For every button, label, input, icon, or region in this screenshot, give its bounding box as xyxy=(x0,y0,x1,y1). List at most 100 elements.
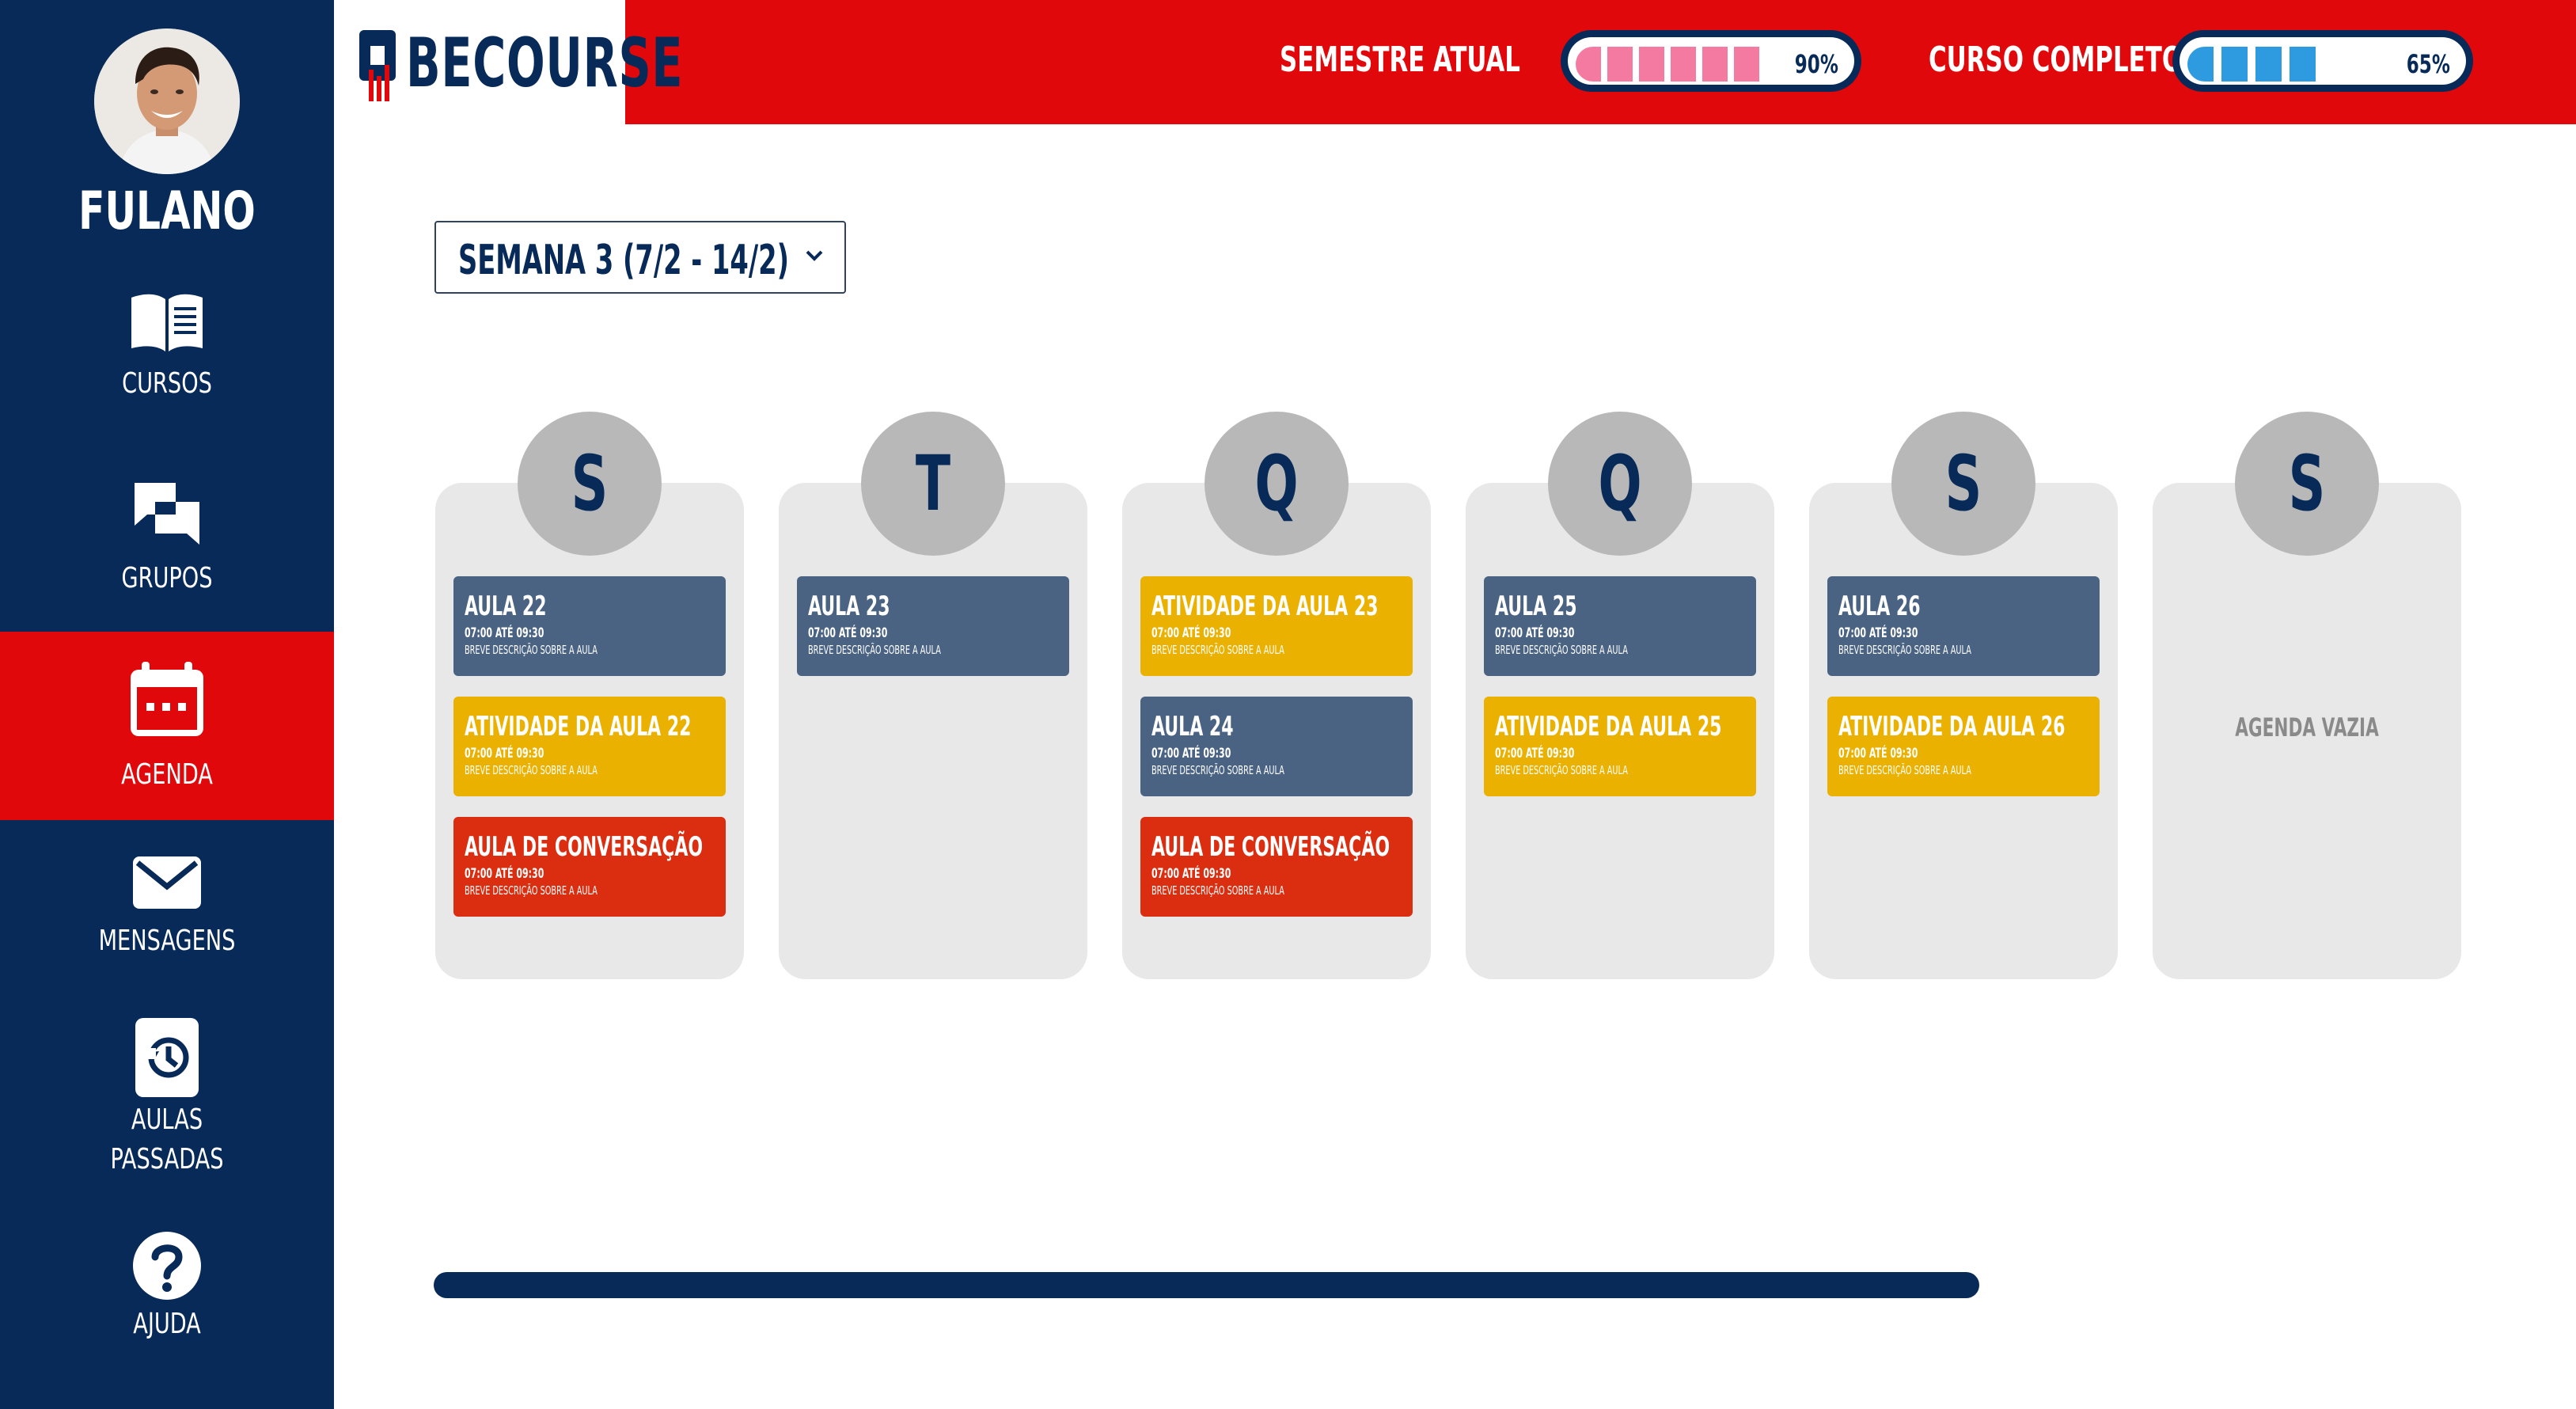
progress-segment xyxy=(1734,47,1759,82)
class-card-time: 07:00 ATÉ 09:30 xyxy=(1151,746,1231,761)
week-select-value: SEMANA 3 (7/2 - 14/2) xyxy=(458,237,790,284)
class-card-time: 07:00 ATÉ 09:30 xyxy=(1495,746,1575,761)
course-progress-track: 65% xyxy=(2180,37,2466,85)
class-card-desc: BREVE DESCRIÇÃO SOBRE A AULA xyxy=(465,883,598,898)
class-card-activity[interactable]: ATIVIDADE DA AULA 26 07:00 ATÉ 09:30 BREVE… xyxy=(1827,697,2100,796)
course-label: CURSO COMPLETO xyxy=(1929,40,2183,80)
nav-passadas-label: PASSADAS xyxy=(110,1143,224,1175)
course-progress-bar: 65% xyxy=(2172,30,2473,92)
class-card-time: 07:00 ATÉ 09:30 xyxy=(1151,866,1231,882)
class-card-title: ATIVIDADE DA AULA 23 xyxy=(1151,591,1379,622)
class-card-activity[interactable]: ATIVIDADE DA AULA 22 07:00 ATÉ 09:30 BREVE… xyxy=(453,697,726,796)
nav-grupos-label: GRUPOS xyxy=(121,562,213,594)
envelope-icon xyxy=(133,856,201,909)
class-card-activity[interactable]: ATIVIDADE DA AULA 23 07:00 ATÉ 09:30 BREVE… xyxy=(1140,576,1413,676)
class-card-desc: BREVE DESCRIÇÃO SOBRE A AULA xyxy=(1151,763,1284,777)
class-card-title: AULA 25 xyxy=(1495,591,1577,622)
nav-mensagens[interactable]: MENSAGENS xyxy=(0,839,334,974)
class-card-desc: BREVE DESCRIÇÃO SOBRE A AULA xyxy=(1151,883,1284,898)
class-card-lesson[interactable]: AULA 23 07:00 ATÉ 09:30 BREVE DESCRIÇÃO SO… xyxy=(797,576,1069,676)
semester-progress-track: 90% xyxy=(1568,37,1854,85)
class-card-title: AULA 24 xyxy=(1151,711,1234,742)
day-badge: T xyxy=(861,412,1005,556)
week-select[interactable]: SEMANA 3 (7/2 - 14/2) xyxy=(434,221,846,294)
class-card-desc: BREVE DESCRIÇÃO SOBRE A AULA xyxy=(465,643,598,657)
class-card-time: 07:00 ATÉ 09:30 xyxy=(1838,746,1918,761)
day-letter: S xyxy=(2288,439,2326,528)
class-card-desc: BREVE DESCRIÇÃO SOBRE A AULA xyxy=(1838,763,1971,777)
avatar[interactable] xyxy=(94,28,240,174)
progress-segment xyxy=(2290,47,2316,82)
day-letter: Q xyxy=(1598,439,1642,528)
day-badge: S xyxy=(518,412,662,556)
day-letter: S xyxy=(1944,439,1982,528)
book-icon xyxy=(131,294,203,351)
nav-agenda-label: AGENDA xyxy=(121,758,213,791)
progress-segment xyxy=(2187,47,2214,82)
class-card-time: 07:00 ATÉ 09:30 xyxy=(465,625,544,641)
chat-bubbles-icon xyxy=(135,483,199,545)
progress-segment xyxy=(1671,47,1696,82)
nav-ajuda-label: AJUDA xyxy=(133,1308,201,1340)
nav-cursos[interactable]: CURSOS xyxy=(0,277,334,412)
nav-ajuda[interactable]: AJUDA xyxy=(0,1219,334,1362)
calendar-icon xyxy=(131,662,203,736)
class-card-time: 07:00 ATÉ 09:30 xyxy=(1838,625,1918,641)
progress-segment xyxy=(2221,47,2248,82)
day-letter: S xyxy=(571,439,609,528)
class-card-title: ATIVIDADE DA AULA 25 xyxy=(1495,711,1722,742)
progress-segment xyxy=(1576,47,1601,82)
class-card-title: ATIVIDADE DA AULA 26 xyxy=(1838,711,2066,742)
day-letter: Q xyxy=(1254,439,1299,528)
semester-label: SEMESTRE ATUAL xyxy=(1280,40,1520,80)
class-card-conversation[interactable]: AULA DE CONVERSAÇÃO 07:00 ATÉ 09:30 BREVE … xyxy=(1140,817,1413,917)
question-icon xyxy=(133,1232,201,1300)
class-card-title: AULA DE CONVERSAÇÃO xyxy=(465,831,704,863)
class-card-title: ATIVIDADE DA AULA 22 xyxy=(465,711,692,742)
day-badge: Q xyxy=(1205,412,1349,556)
nav-grupos[interactable]: GRUPOS xyxy=(0,467,334,602)
horizontal-scrollbar[interactable] xyxy=(434,1272,1979,1298)
class-card-desc: BREVE DESCRIÇÃO SOBRE A AULA xyxy=(1838,643,1971,657)
class-card-desc: BREVE DESCRIÇÃO SOBRE A AULA xyxy=(465,763,598,777)
nav-aulas-label: AULAS xyxy=(131,1103,203,1136)
progress-segment xyxy=(1639,47,1664,82)
day-badge: Q xyxy=(1548,412,1692,556)
semester-progress-bar: 90% xyxy=(1561,30,1861,92)
logo-text: BECOURSE xyxy=(406,24,684,103)
class-card-lesson[interactable]: AULA 24 07:00 ATÉ 09:30 BREVE DESCRIÇÃO SO… xyxy=(1140,697,1413,796)
empty-agenda-label: AGENDA VAZIA xyxy=(2235,712,2379,742)
class-card-time: 07:00 ATÉ 09:30 xyxy=(465,746,544,761)
chevron-down-icon xyxy=(806,250,823,261)
class-card-desc: BREVE DESCRIÇÃO SOBRE A AULA xyxy=(808,643,941,657)
class-card-desc: BREVE DESCRIÇÃO SOBRE A AULA xyxy=(1151,643,1284,657)
nav-aulas-passadas[interactable]: AULAS PASSADAS xyxy=(0,1004,334,1186)
class-card-time: 07:00 ATÉ 09:30 xyxy=(1151,625,1231,641)
user-photo xyxy=(94,28,240,174)
class-card-lesson[interactable]: AULA 22 07:00 ATÉ 09:30 BREVE DESCRIÇÃO SO… xyxy=(453,576,726,676)
class-card-title: AULA 22 xyxy=(465,591,547,622)
class-card-lesson[interactable]: AULA 25 07:00 ATÉ 09:30 BREVE DESCRIÇÃO SO… xyxy=(1484,576,1756,676)
day-badge: S xyxy=(2235,412,2379,556)
class-card-conversation[interactable]: AULA DE CONVERSAÇÃO 07:00 ATÉ 09:30 BREVE … xyxy=(453,817,726,917)
class-card-lesson[interactable]: AULA 26 07:00 ATÉ 09:30 BREVE DESCRIÇÃO SO… xyxy=(1827,576,2100,676)
history-icon xyxy=(135,1018,199,1097)
class-card-title: AULA 23 xyxy=(808,591,890,622)
class-card-title: AULA DE CONVERSAÇÃO xyxy=(1151,831,1390,863)
sidebar: FULANO CURSOS GRUPOS AGENDA MENSAGENS AU… xyxy=(0,0,334,1409)
class-card-desc: BREVE DESCRIÇÃO SOBRE A AULA xyxy=(1495,763,1628,777)
semester-progress-value: 90% xyxy=(1794,49,1838,79)
day-letter: T xyxy=(915,439,951,528)
user-name: FULANO xyxy=(78,180,256,241)
progress-segment xyxy=(2255,47,2282,82)
progress-segment xyxy=(1607,47,1633,82)
class-card-title: AULA 26 xyxy=(1838,591,1921,622)
day-badge: S xyxy=(1891,412,2035,556)
nav-mensagens-label: MENSAGENS xyxy=(98,925,236,957)
class-card-time: 07:00 ATÉ 09:30 xyxy=(1495,625,1575,641)
class-card-activity[interactable]: ATIVIDADE DA AULA 25 07:00 ATÉ 09:30 BREVE… xyxy=(1484,697,1756,796)
course-progress-value: 65% xyxy=(2406,49,2450,79)
class-card-desc: BREVE DESCRIÇÃO SOBRE A AULA xyxy=(1495,643,1628,657)
class-card-time: 07:00 ATÉ 09:30 xyxy=(465,866,544,882)
nav-agenda[interactable]: AGENDA xyxy=(0,632,334,820)
